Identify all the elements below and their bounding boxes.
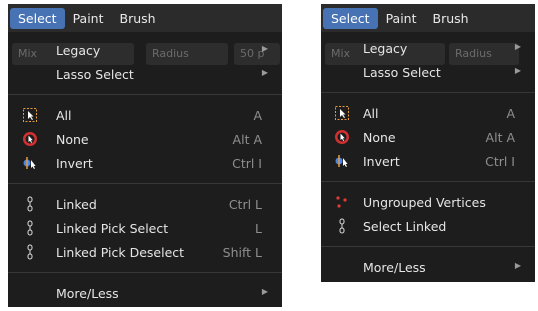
separator (8, 94, 282, 95)
menu-item-label: Legacy (363, 41, 408, 56)
shortcut-label: A (506, 106, 515, 121)
menu-item-label: All (56, 108, 72, 123)
menu-item-lasso-select[interactable]: Lasso Select ▶ (321, 60, 535, 84)
linked-icon (22, 220, 38, 236)
menu-item-label: All (363, 106, 379, 121)
menu-item-more-less[interactable]: More/Less ▶ (321, 255, 535, 279)
shortcut-label: A (253, 108, 262, 123)
separator (8, 272, 282, 273)
menu-item-label: Legacy (56, 43, 101, 58)
menu-item-linked-pick-select[interactable]: Linked Pick Select L (8, 216, 282, 240)
menu-item-none[interactable]: None Alt A (321, 125, 535, 149)
select-invert-icon (22, 155, 38, 171)
select-all-icon (334, 105, 350, 121)
menu-brush[interactable]: Brush (112, 8, 164, 29)
menu-select[interactable]: Select (323, 7, 378, 29)
menu-item-ungrouped-vertices[interactable]: Ungrouped Vertices (321, 190, 535, 214)
menu-item-label: Linked Pick Select (56, 221, 169, 236)
submenu-arrow-icon: ▶ (514, 261, 521, 270)
select-none-icon (334, 129, 350, 145)
shortcut-label: Alt A (485, 130, 515, 145)
submenu-arrow-icon: ▶ (514, 66, 521, 75)
shortcut-label: Ctrl I (485, 154, 515, 169)
menu-select[interactable]: Select (10, 7, 65, 29)
menu-item-all[interactable]: All A (8, 103, 282, 127)
submenu-arrow-icon: ▶ (261, 287, 268, 296)
shortcut-label: Shift L (222, 245, 262, 260)
menu-brush[interactable]: Brush (425, 8, 477, 29)
menu-item-label: Select Linked (363, 219, 447, 234)
menu-item-none[interactable]: None Alt A (8, 127, 282, 151)
menu-item-label: Ungrouped Vertices (363, 195, 486, 210)
right-select-menu-panel: Select Paint Brush Mix Radius Legacy ▶ L… (321, 4, 535, 282)
menubar: Select Paint Brush (321, 4, 535, 32)
menu-item-linked-pick-deselect[interactable]: Linked Pick Deselect Shift L (8, 240, 282, 264)
select-none-icon (22, 131, 38, 147)
separator (321, 246, 535, 247)
select-all-icon (22, 107, 38, 123)
menu-item-label: None (363, 130, 396, 145)
menu-paint[interactable]: Paint (378, 8, 425, 29)
menu-paint[interactable]: Paint (65, 8, 112, 29)
shortcut-label: L (255, 221, 262, 236)
ungrouped-vertices-icon (334, 194, 350, 210)
shortcut-label: Ctrl I (232, 156, 262, 171)
menu-item-lasso-select[interactable]: Lasso Select ▶ (8, 62, 282, 86)
menu-item-invert[interactable]: Invert Ctrl I (8, 151, 282, 175)
menu-item-label: Linked Pick Deselect (56, 245, 185, 260)
linked-icon (22, 196, 38, 212)
shortcut-label: Alt A (232, 132, 262, 147)
separator (8, 183, 282, 184)
menu-item-invert[interactable]: Invert Ctrl I (321, 149, 535, 173)
menubar: Select Paint Brush (8, 4, 282, 32)
menu-item-label: More/Less (363, 260, 426, 275)
select-dropdown: Legacy ▶ Lasso Select ▶ All A None Alt A (321, 36, 535, 279)
linked-icon (334, 218, 350, 234)
submenu-arrow-icon: ▶ (514, 42, 521, 51)
menu-item-label: Invert (56, 156, 93, 171)
separator (321, 181, 535, 182)
menu-item-select-linked[interactable]: Select Linked (321, 214, 535, 238)
separator (321, 92, 535, 93)
shortcut-label: Ctrl L (228, 197, 262, 212)
menu-item-label: Linked (56, 197, 97, 212)
menu-item-legacy[interactable]: Legacy ▶ (8, 38, 282, 62)
menu-item-label: Lasso Select (363, 65, 441, 80)
menu-item-legacy[interactable]: Legacy ▶ (321, 36, 535, 60)
menu-item-all[interactable]: All A (321, 101, 535, 125)
menu-item-label: Invert (363, 154, 400, 169)
select-invert-icon (334, 153, 350, 169)
select-dropdown: Legacy ▶ Lasso Select ▶ All A None Alt A (8, 38, 282, 305)
linked-icon (22, 244, 38, 260)
left-select-menu-panel: Select Paint Brush Mix Radius 50 p Legac… (8, 4, 282, 307)
menu-item-linked[interactable]: Linked Ctrl L (8, 192, 282, 216)
menu-item-label: Lasso Select (56, 67, 134, 82)
menu-item-label: More/Less (56, 286, 119, 301)
menu-item-label: None (56, 132, 89, 147)
submenu-arrow-icon: ▶ (261, 68, 268, 77)
submenu-arrow-icon: ▶ (261, 44, 268, 53)
menu-item-more-less[interactable]: More/Less ▶ (8, 281, 282, 305)
